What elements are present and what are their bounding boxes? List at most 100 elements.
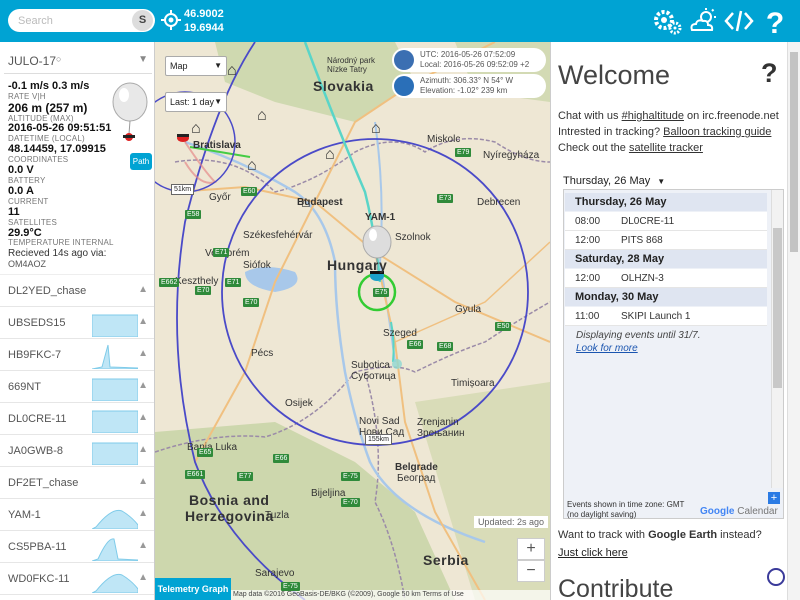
azimuth-text: Azimuth: 306.33° N 54° W bbox=[420, 76, 514, 85]
vehicle-item-name[interactable]: CS5PBA-11 bbox=[8, 541, 67, 553]
vehicle-item-name[interactable]: 669NT bbox=[8, 381, 41, 393]
vehicle-item-name[interactable]: HB9FKC-7 bbox=[8, 349, 61, 361]
satellite-pre: Check out the bbox=[558, 142, 629, 154]
map-label-novisad: Novi Sad bbox=[359, 416, 400, 427]
vehicle-item-name[interactable]: DF2ET_chase bbox=[8, 477, 78, 489]
distance-label: 51km bbox=[171, 184, 195, 195]
calendar-scrollbar[interactable] bbox=[771, 190, 783, 488]
expand-toggle-icon[interactable]: ▲ bbox=[138, 572, 148, 583]
search-button[interactable]: S bbox=[132, 10, 153, 31]
settings-gears-icon[interactable] bbox=[652, 6, 682, 36]
event-name[interactable]: OLHZN-3 bbox=[621, 269, 664, 288]
path-button[interactable]: Path bbox=[130, 153, 152, 170]
event-name[interactable]: DL0CRE-11 bbox=[621, 212, 674, 231]
expand-toggle-icon[interactable]: ▲ bbox=[138, 284, 148, 295]
rate-label: RATE V|H bbox=[8, 92, 46, 101]
map-type-select[interactable]: Map ▼ bbox=[165, 56, 227, 76]
add-calendar-button[interactable]: + bbox=[768, 492, 780, 504]
receiver-tower-icon[interactable]: ⌂ bbox=[247, 157, 257, 175]
locate-me-icon[interactable] bbox=[161, 10, 181, 30]
expand-toggle-icon[interactable]: ▲ bbox=[138, 380, 148, 391]
road-shield: E662 bbox=[159, 278, 180, 287]
vehicle-item[interactable]: YAM-1 ▲ bbox=[0, 499, 154, 531]
zoom-in-button[interactable]: + bbox=[517, 538, 545, 560]
local-time: Local: 2016-05-26 09:52:09 +2 bbox=[420, 60, 530, 69]
collapse-toggle-icon[interactable]: ▼ bbox=[138, 54, 148, 65]
vehicle-item[interactable]: JA0GWB-8 ▲ bbox=[0, 435, 154, 467]
agenda-date-select[interactable]: Thursday, 26 May ▼ bbox=[563, 175, 665, 187]
vehicle-item-name[interactable]: DL2YED_chase bbox=[8, 285, 86, 297]
vehicle-item-name[interactable]: UBSEDS15 bbox=[8, 317, 65, 329]
received-text: Recieved 14s ago via: bbox=[8, 248, 107, 259]
help-icon[interactable]: ? bbox=[760, 6, 790, 36]
receiver-tower-icon[interactable]: ⌂ bbox=[191, 120, 201, 138]
irc-channel-link[interactable]: #highaltitude bbox=[622, 110, 684, 122]
satellite-tracker-link[interactable]: satellite tracker bbox=[629, 142, 703, 154]
look-for-more-link[interactable]: Look for more bbox=[576, 343, 638, 354]
map-label-bosnia: Bosnia and bbox=[189, 492, 270, 508]
map-label-szolnok: Szolnok bbox=[395, 232, 431, 243]
google-calendar-logo[interactable]: Google Calendar bbox=[700, 506, 778, 517]
expand-toggle-icon[interactable]: ▲ bbox=[138, 476, 148, 487]
expand-toggle-icon[interactable]: ▲ bbox=[138, 316, 148, 327]
road-shield: E66 bbox=[273, 454, 290, 463]
scroll-thumb[interactable] bbox=[773, 228, 782, 388]
road-shield: E661 bbox=[185, 470, 206, 479]
calendar-event[interactable]: 11:00 SKIPI Launch 1 bbox=[565, 307, 767, 326]
map-label-szekesfehervar: Székesfehérvár bbox=[243, 230, 313, 241]
telemetry-graph-button[interactable]: Telemetry Graph bbox=[155, 578, 231, 600]
google-word: Google bbox=[700, 506, 735, 517]
vehicle-item[interactable]: CS5PBA-11 ▲ bbox=[0, 531, 154, 563]
page-scroll-thumb[interactable] bbox=[790, 52, 798, 252]
google-earth-link[interactable]: Just click here bbox=[558, 547, 628, 559]
zoom-out-button[interactable]: − bbox=[517, 560, 545, 582]
altitude-sparkline bbox=[92, 442, 138, 465]
map-label-gyor: Győr bbox=[209, 192, 231, 203]
map-label-pecs: Pécs bbox=[251, 348, 274, 359]
expand-toggle-icon[interactable]: ▲ bbox=[138, 348, 148, 359]
receiver-tower-icon[interactable]: ⌂ bbox=[257, 107, 267, 125]
event-name[interactable]: PITS 868 bbox=[621, 231, 663, 250]
receiver-tower-icon[interactable]: ⌂ bbox=[227, 62, 237, 80]
receiver-tower-icon[interactable]: ⌂ bbox=[325, 146, 335, 164]
accessibility-icon[interactable] bbox=[767, 568, 785, 586]
map-type-value: Map bbox=[170, 61, 188, 71]
vehicle-item[interactable]: DL0CRE-11 ▲ bbox=[0, 403, 154, 435]
expand-toggle-icon[interactable]: ▲ bbox=[138, 540, 148, 551]
vehicle-name[interactable]: JULO-17 bbox=[8, 54, 56, 68]
divider bbox=[4, 73, 152, 74]
vehicle-item[interactable]: 669NT ▲ bbox=[0, 371, 154, 403]
map-label-timisoara: Timișoara bbox=[451, 378, 495, 389]
map-label-bratislava: Bratislava bbox=[193, 140, 241, 151]
vehicle-item-name[interactable]: YAM-1 bbox=[8, 509, 41, 521]
vehicle-item[interactable]: WD0FKC-11 ▲ bbox=[0, 563, 154, 595]
displaying-note: Displaying events until 31/7. bbox=[576, 330, 701, 341]
clock-box: UTC: 2016-05-26 07:52:09 Local: 2016-05-… bbox=[392, 48, 546, 72]
expand-toggle-icon[interactable]: ▲ bbox=[138, 444, 148, 455]
page-scrollbar[interactable] bbox=[787, 42, 800, 600]
vehicle-item[interactable]: HB9FKC-7 ▲ bbox=[0, 339, 154, 371]
weather-icon[interactable] bbox=[688, 6, 718, 36]
embed-code-icon[interactable] bbox=[724, 6, 754, 36]
vehicle-item[interactable]: UBSEDS15 ▲ bbox=[0, 307, 154, 339]
event-name[interactable]: SKIPI Launch 1 bbox=[621, 307, 691, 326]
help-question-icon[interactable]: ? bbox=[761, 58, 778, 89]
vehicle-item-name[interactable]: DL0CRE-11 bbox=[8, 413, 67, 425]
vehicle-item[interactable]: DL2YED_chase ▲ bbox=[0, 275, 154, 307]
expand-toggle-icon[interactable]: ▲ bbox=[138, 508, 148, 519]
tracking-guide-link[interactable]: Balloon tracking guide bbox=[663, 126, 771, 138]
vehicle-item-name[interactable]: WD0FKC-11 bbox=[8, 573, 70, 585]
vehicle-item[interactable]: DF2ET_chase ▲ bbox=[0, 467, 154, 499]
calendar-event[interactable]: 08:00 DL0CRE-11 bbox=[565, 212, 767, 231]
time-range-select[interactable]: Last: 1 day ▼ bbox=[165, 92, 227, 112]
road-shield: E71 bbox=[225, 278, 242, 287]
calendar-event[interactable]: 12:00 PITS 868 bbox=[565, 231, 767, 250]
calendar-event[interactable]: 12:00 OLHZN-3 bbox=[565, 269, 767, 288]
vehicle-card-active[interactable]: JULO-17 ○ ▼ -0.1 m/s 0.3 m/s RATE V|H 20… bbox=[0, 42, 154, 275]
map-label-osijek: Osijek bbox=[285, 398, 313, 409]
vehicle-item-name[interactable]: JA0GWB-8 bbox=[8, 445, 63, 457]
receiver-tower-icon[interactable]: ⌂ bbox=[371, 120, 381, 138]
chat-post: on irc.freenode.net bbox=[683, 110, 779, 122]
map-view[interactable]: ⌂ ⌂ ⌂ ⌂ ⌂ ⌂ ⌂ Slovakia Hungary Bosnia an… bbox=[155, 42, 550, 600]
expand-toggle-icon[interactable]: ▲ bbox=[138, 412, 148, 423]
